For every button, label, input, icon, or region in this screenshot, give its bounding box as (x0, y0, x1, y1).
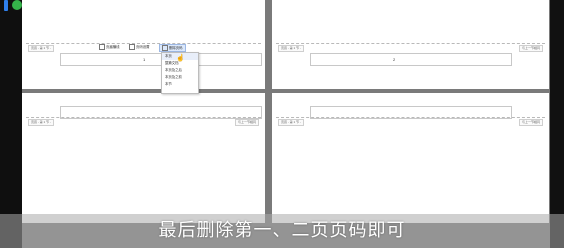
page-number-settings-button[interactable]: 页码设置 (129, 44, 150, 51)
header-divider (276, 117, 545, 118)
page-number: 1 (143, 57, 146, 62)
page-number-settings-label: 页码设置 (136, 45, 150, 49)
document-page-1: 页眉 - 第 1 节 - 1 页眉横线 页码设置 删除页码 (22, 0, 265, 89)
header-line-icon (99, 44, 105, 51)
page-number-field[interactable] (310, 53, 512, 66)
mouse-cursor-icon: ☝ (176, 55, 185, 62)
document-page-3: 页眉 - 第 1 节 - 与上一节相同 (22, 93, 265, 223)
header-section-label: 页眉 - 第 1 节 - (28, 119, 54, 126)
same-as-previous-label: 与上一节相同 (234, 119, 259, 126)
menu-item-this-section[interactable]: 本节 (162, 81, 198, 88)
header-section-label: 页眉 - 第 1 节 - (278, 119, 304, 126)
page-number: 2 (393, 57, 396, 62)
header-section-label: 页眉 - 第 1 节 - (278, 45, 304, 52)
menu-item-this-and-before[interactable]: 本页及之前 (162, 74, 198, 81)
video-caption: 最后删除第一、二页页码即可 (158, 220, 406, 241)
header-line-button[interactable]: 页眉横线 (99, 44, 120, 51)
logo-blue-mark (4, 0, 8, 11)
left-dark-edge (0, 0, 22, 248)
menu-item-this-and-after[interactable]: 本页及之后 (162, 67, 198, 74)
delete-page-number-button[interactable]: 删除页码 (159, 44, 186, 52)
header-line-label: 页眉横线 (106, 45, 120, 49)
logo-green-icon (12, 0, 22, 10)
same-as-previous-label: 与上一节相同 (518, 119, 543, 126)
same-as-previous-label: 与上一节相同 (518, 45, 543, 52)
header-divider (276, 43, 545, 44)
settings-icon (129, 44, 135, 51)
header-section-label: 页眉 - 第 1 节 - (28, 45, 54, 52)
right-dark-edge (550, 0, 564, 248)
header-divider (26, 117, 261, 118)
delete-page-number-label: 删除页码 (169, 46, 183, 50)
document-page-2: 页眉 - 第 1 节 - 与上一节相同 2 (272, 0, 549, 89)
delete-icon (162, 45, 168, 52)
document-page-4: 页眉 - 第 1 节 - 与上一节相同 (272, 93, 549, 223)
